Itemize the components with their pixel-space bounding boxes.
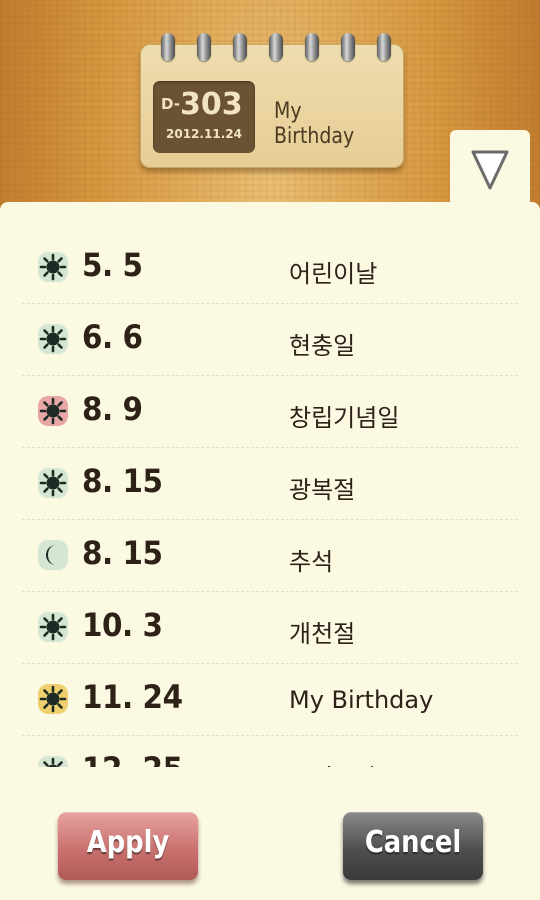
triangle-down-icon[interactable] xyxy=(470,148,510,192)
binding-ring xyxy=(233,33,247,61)
holiday-name: 어린이날 xyxy=(289,260,378,288)
cancel-button[interactable]: Cancel xyxy=(343,812,483,880)
sun-icon xyxy=(38,612,68,642)
list-item[interactable]: 8. 15 광복절 xyxy=(22,448,518,520)
holiday-name: 크리스마스 xyxy=(289,758,399,767)
dday-calendar-widget[interactable]: D-303 2012.11.24 My Birthday xyxy=(140,33,404,168)
holiday-name: 창립기념일 xyxy=(289,404,400,432)
list-item[interactable]: 11. 24 My Birthday xyxy=(22,664,518,736)
sun-icon xyxy=(38,756,68,767)
holiday-date: 5. 5 xyxy=(82,246,143,284)
dday-prefix: D- xyxy=(161,95,180,113)
dday-target-date: 2012.11.24 xyxy=(166,127,242,141)
list-item[interactable]: 8. 9 창립기념일 xyxy=(22,376,518,448)
holiday-date: 12. 25 xyxy=(82,750,183,767)
binding-ring xyxy=(305,33,319,61)
dday-number: 303 xyxy=(179,87,243,122)
holiday-name: 개천절 xyxy=(289,620,356,648)
binding-ring xyxy=(269,33,283,61)
binding-ring xyxy=(197,33,211,61)
moon-icon xyxy=(38,540,68,570)
holiday-date: 8. 15 xyxy=(82,534,163,572)
binding-ring xyxy=(377,33,391,61)
holiday-date: 6. 6 xyxy=(82,318,143,356)
holiday-name: 추석 xyxy=(289,548,334,576)
holiday-date: 11. 24 xyxy=(82,678,183,716)
binding-ring xyxy=(341,33,355,61)
sun-icon xyxy=(38,252,68,282)
sun-icon xyxy=(38,684,68,714)
holiday-name: 광복절 xyxy=(289,476,356,504)
list-item[interactable]: 12. 25 크리스마스 xyxy=(22,736,518,767)
apply-button[interactable]: Apply xyxy=(58,812,198,880)
dday-counter: D-303 2012.11.24 xyxy=(153,81,255,153)
holiday-date: 10. 3 xyxy=(82,606,163,644)
sun-icon xyxy=(38,324,68,354)
sun-icon xyxy=(38,396,68,426)
sun-icon xyxy=(38,468,68,498)
holiday-date: 8. 9 xyxy=(82,390,143,428)
list-item[interactable]: 8. 15 추석 xyxy=(22,520,518,592)
spiral-binding xyxy=(161,33,391,61)
holiday-list[interactable]: 5. 5 어린이날 6. 6 현충일 8. 9 창립기념일 8. 15 광복절 8. 15 추석 1… xyxy=(22,232,518,767)
holiday-name: 현충일 xyxy=(289,332,356,360)
list-item[interactable]: 6. 6 현충일 xyxy=(22,304,518,376)
list-item[interactable]: 10. 3 개천절 xyxy=(22,592,518,664)
binding-ring xyxy=(161,33,175,61)
holiday-name: My Birthday xyxy=(289,686,434,714)
list-item[interactable]: 5. 5 어린이날 xyxy=(22,232,518,304)
holiday-date: 8. 15 xyxy=(82,462,163,500)
widget-title: My Birthday xyxy=(274,99,355,149)
